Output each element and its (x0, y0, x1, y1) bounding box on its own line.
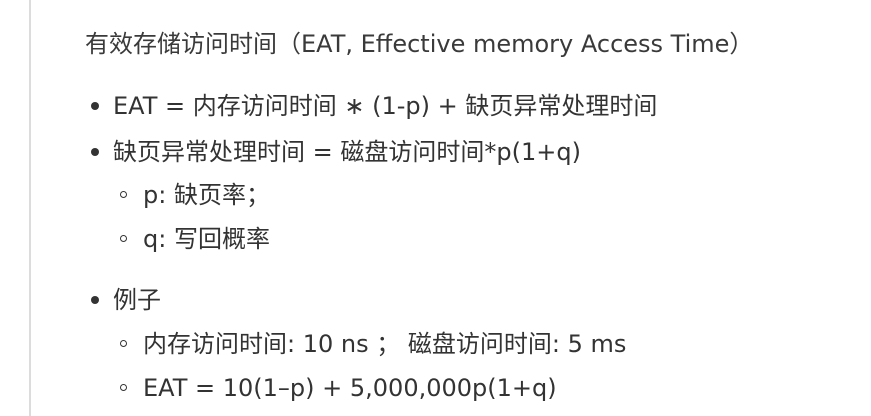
section-heading: 有效存储访问时间（EAT, Effective memory Access Ti… (85, 30, 754, 58)
bullet-disc-icon (91, 296, 99, 304)
sub-item-access-times: 内存访问时间: 10 ns ； 磁盘访问时间: 5 ms (143, 330, 627, 358)
bullet-circle-icon (120, 191, 127, 198)
left-border-rule (29, 0, 31, 416)
bullet-circle-icon (120, 340, 127, 347)
sub-item-eat-result: EAT = 10(1–p) + 5,000,000p(1+q) (143, 374, 557, 402)
bullet-circle-icon (120, 235, 127, 242)
bullet-circle-icon (120, 384, 127, 391)
list-item-eat-formula: EAT = 内存访问时间 ∗ (1-p) + 缺页异常处理时间 (113, 92, 658, 120)
list-item-example: 例子 (113, 286, 161, 314)
list-item-page-fault-time: 缺页异常处理时间 = 磁盘访问时间*p(1+q) (113, 138, 581, 166)
sub-item-writeback-prob: q: 写回概率 (143, 225, 270, 253)
sub-item-page-fault-rate: p: 缺页率； (143, 181, 270, 209)
bullet-disc-icon (91, 102, 99, 110)
bullet-disc-icon (91, 148, 99, 156)
